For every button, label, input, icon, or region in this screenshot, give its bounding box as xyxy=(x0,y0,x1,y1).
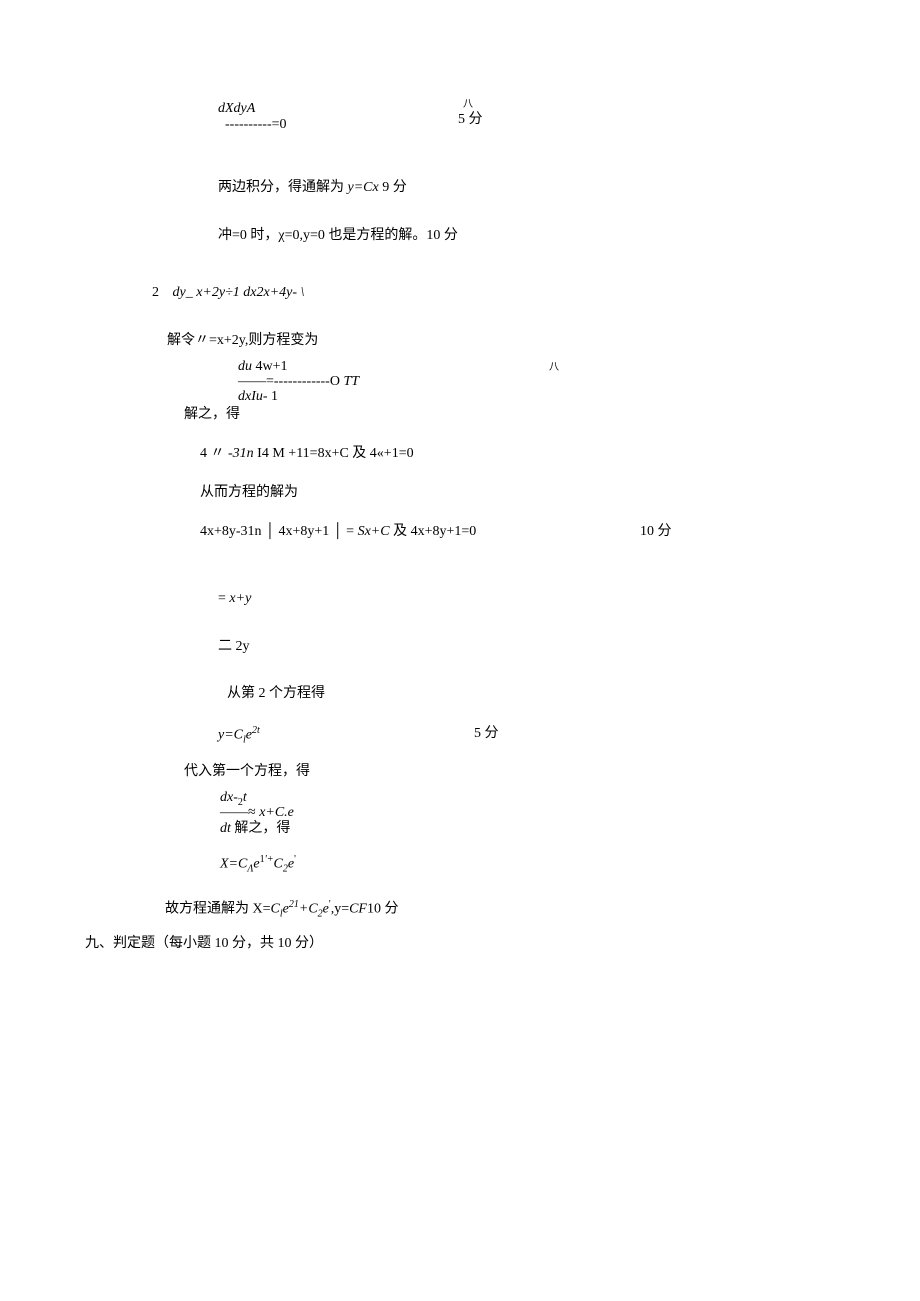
text: = xyxy=(218,591,226,606)
text: C xyxy=(308,902,317,917)
text: C xyxy=(271,902,280,917)
text: 5 分 xyxy=(474,726,499,741)
math-denominator: dt 解之，得 xyxy=(220,818,290,839)
text: dxIu- xyxy=(238,389,268,404)
text: 解之，得 xyxy=(234,821,290,836)
text: 4 〃 xyxy=(200,446,225,461)
score-mark: 10 分 xyxy=(640,521,672,542)
text: 2t xyxy=(252,725,260,736)
math-line: = x+y xyxy=(218,588,251,609)
math-line: 4x+8y-31n │ 4x+8y+1 │ = Sx+C 及 4x+8y+1=0 xyxy=(200,521,476,542)
math-line: y=Cle2t xyxy=(218,723,260,747)
text: -31n xyxy=(228,446,254,461)
text: Sx+C xyxy=(358,524,390,539)
math-line: 4 〃 -31n I4 M +11=8x+C 及 4«+1=0 xyxy=(200,443,414,464)
text: 4x+8y-31n │ 4x+8y+1 │ = xyxy=(200,524,354,539)
text-line: 从第 2 个方程得 xyxy=(227,683,325,704)
text: 九、判定题（每小题 10 分，共 10 分） xyxy=(85,936,323,951)
text-line: 冲=0 时，χ=0,y=0 也是方程的解。10 分 xyxy=(218,225,458,246)
text: 解令〃=x+2y,则方程变为 xyxy=(167,333,318,348)
text-line: 二 2y xyxy=(218,636,250,657)
text: I4 xyxy=(257,446,269,461)
text-line: 故方程通解为 X=Cle21+C2e',y=CF10 分 xyxy=(165,897,398,921)
text: 5 分 xyxy=(458,112,483,127)
text: 解之，得 xyxy=(184,407,240,422)
text-line: 从而方程的解为 xyxy=(200,482,298,503)
text: ,y= xyxy=(331,902,349,917)
text: y=Cx xyxy=(348,180,379,195)
math-expr: ----------=0 xyxy=(225,114,287,135)
text: 故方程通解为 X= xyxy=(165,902,271,917)
text-line: 解令〃=x+2y,则方程变为 xyxy=(167,330,318,351)
math-line: X=CΛe1'+C2e' xyxy=(220,852,296,876)
text-line: 代入第一个方程，得 xyxy=(184,761,310,782)
text: 冲=0 时，χ=0,y=0 也是方程的解。10 分 xyxy=(218,228,458,243)
text: 二 2y xyxy=(218,639,250,654)
problem-number: 2 dy_ x+2y÷1 dx2x+4y- \ xyxy=(152,282,304,303)
text: C xyxy=(274,857,283,872)
text: + xyxy=(299,902,308,917)
text: 代入第一个方程，得 xyxy=(184,764,310,779)
section-heading: 九、判定题（每小题 10 分，共 10 分） xyxy=(85,933,323,954)
text: 9 分 xyxy=(382,180,407,195)
text-line: 两边积分，得通解为 y=Cx 9 分 xyxy=(218,177,407,198)
text: TT xyxy=(343,374,359,389)
text: 从第 2 个方程得 xyxy=(227,686,325,701)
score-mark: 5 分 xyxy=(474,723,499,744)
text: ' xyxy=(294,854,296,865)
score-mark: 5 分 xyxy=(458,109,483,130)
text: 2 xyxy=(152,285,159,300)
text: dx2x+4y- \ xyxy=(243,285,304,300)
text: ----------=0 xyxy=(225,117,287,132)
text: 10 分 xyxy=(640,524,672,539)
text: CF xyxy=(349,902,367,917)
text: 10 分 xyxy=(367,902,399,917)
text: dy_ x+2y÷1 xyxy=(173,285,240,300)
text: 及 4x+8y+1=0 xyxy=(393,524,476,539)
text: 两边积分，得通解为 xyxy=(218,180,344,195)
text: 八 xyxy=(549,362,559,373)
text-line: 解之，得 xyxy=(184,404,240,425)
text: 1 xyxy=(271,389,278,404)
text: x+y xyxy=(229,591,251,606)
text: M xyxy=(272,446,284,461)
text: +11=8x+C 及 4«+1=0 xyxy=(288,446,413,461)
text: X=C xyxy=(220,857,247,872)
text: 21 xyxy=(289,899,299,910)
text: 从而方程的解为 xyxy=(200,485,298,500)
text: '+ xyxy=(265,854,274,865)
math-denominator: dxIu- 1 xyxy=(238,386,278,407)
text: dt xyxy=(220,821,231,836)
annotation: 八 xyxy=(549,360,559,375)
text: y=C xyxy=(218,728,243,743)
